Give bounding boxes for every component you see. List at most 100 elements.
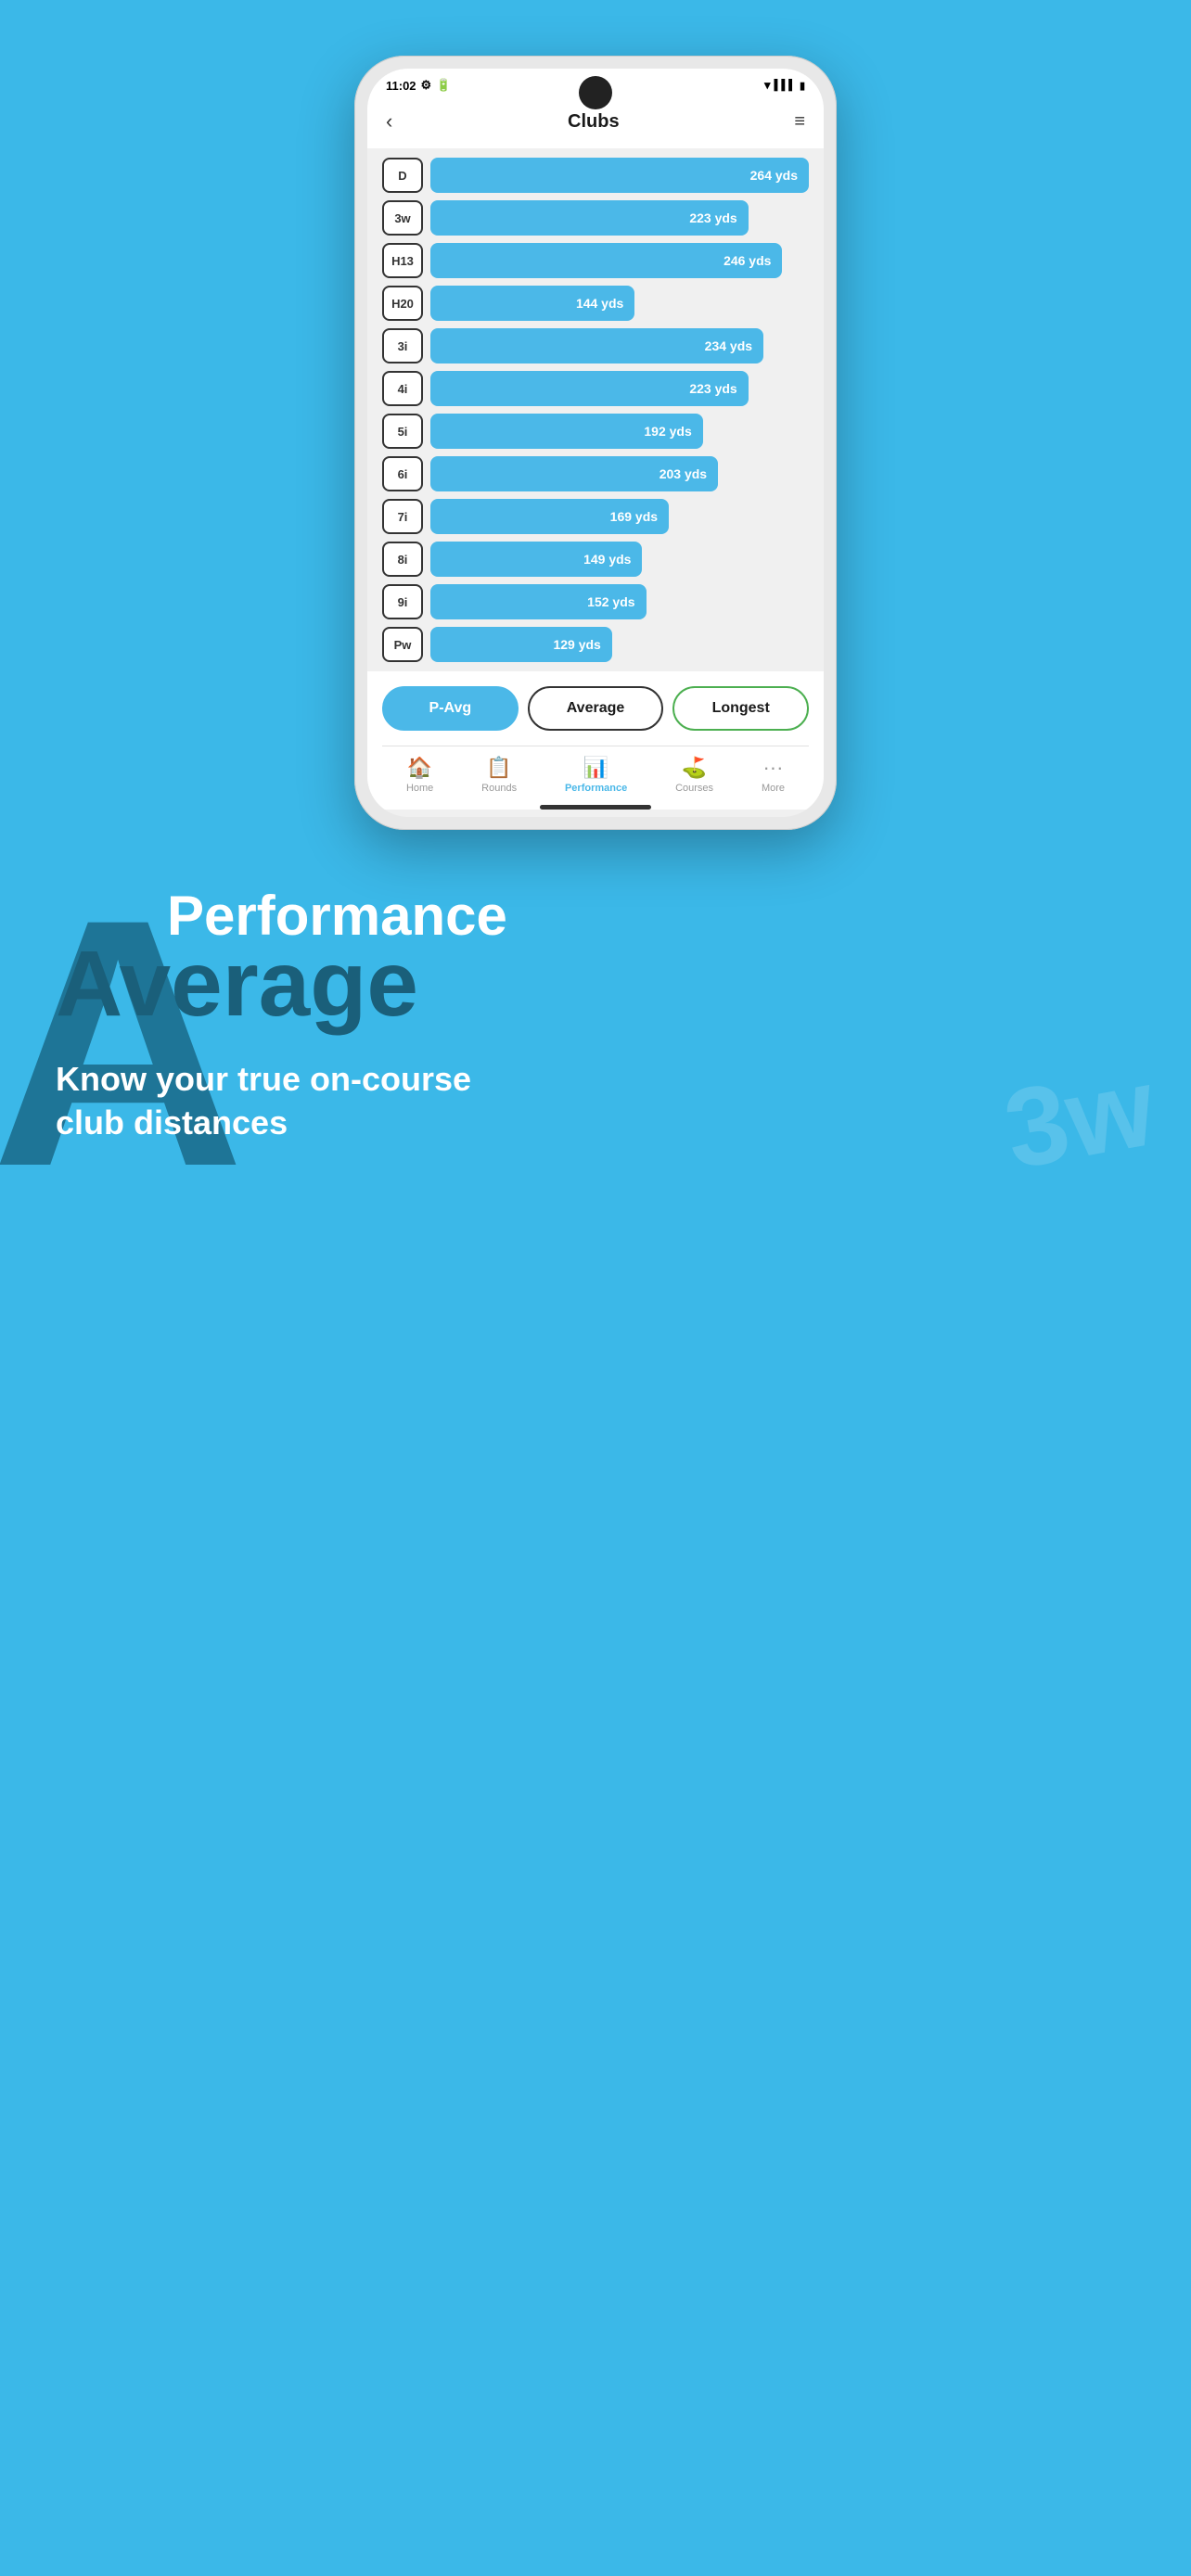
club-yards: 223 yds	[689, 381, 736, 396]
status-right: ▾ ▌▌▌ ▮	[764, 78, 805, 93]
home-icon: 🏠	[407, 756, 432, 780]
status-bar: 11:02 ⚙ 🔋 ▾ ▌▌▌ ▮	[367, 69, 824, 98]
club-yards: 234 yds	[705, 338, 752, 353]
phone-frame: 11:02 ⚙ 🔋 ▾ ▌▌▌ ▮ ‹ Clubs ≡ D 264 yds 3w 22…	[354, 56, 837, 830]
marketing-section: A 3w Performance Average Know your true …	[0, 830, 1191, 1219]
club-yards: 152 yds	[587, 594, 634, 609]
battery-saver-icon: 🔋	[436, 78, 451, 93]
rounds-icon: 📋	[486, 756, 511, 780]
club-yards: 144 yds	[576, 296, 623, 311]
club-label: 5i	[382, 414, 423, 449]
club-list: D 264 yds 3w 223 yds H13 246 yds H20 144 yds 3i 2…	[367, 148, 824, 671]
club-bar-container: 149 yds	[430, 542, 809, 577]
club-bar: 169 yds	[430, 499, 669, 534]
bottom-section: P-AvgAverageLongest 🏠 Home 📋 Rounds 📊 Perform…	[367, 671, 824, 810]
club-label: 7i	[382, 499, 423, 534]
more-icon: ···	[762, 756, 783, 780]
club-label: D	[382, 158, 423, 193]
nav-item-performance[interactable]: 📊 Performance	[565, 756, 627, 794]
home-indicator	[540, 805, 651, 810]
bottom-nav: 🏠 Home 📋 Rounds 📊 Performance ⛳ Courses ··· More	[382, 746, 809, 799]
club-bar: 144 yds	[430, 286, 634, 321]
nav-item-rounds[interactable]: 📋 Rounds	[481, 756, 517, 794]
battery-icon: ▮	[800, 80, 805, 92]
club-row[interactable]: H13 246 yds	[382, 243, 809, 278]
club-bar: 246 yds	[430, 243, 782, 278]
club-label: 3w	[382, 200, 423, 236]
club-yards: 169 yds	[610, 509, 658, 524]
signal-icon: ▌▌▌	[775, 80, 796, 91]
club-bar: 264 yds	[430, 158, 809, 193]
club-bar-container: 246 yds	[430, 243, 809, 278]
filter-buttons: P-AvgAverageLongest	[382, 686, 809, 731]
club-label: Pw	[382, 627, 423, 662]
club-bar-container: 169 yds	[430, 499, 809, 534]
club-bar-container: 223 yds	[430, 200, 809, 236]
courses-icon: ⛳	[682, 756, 707, 780]
status-left: 11:02 ⚙ 🔋	[386, 78, 451, 93]
club-bar: 234 yds	[430, 328, 763, 363]
club-row[interactable]: 6i 203 yds	[382, 456, 809, 491]
club-bar-container: 203 yds	[430, 456, 809, 491]
club-bar: 192 yds	[430, 414, 703, 449]
club-bar: 152 yds	[430, 584, 647, 619]
nav-item-more[interactable]: ··· More	[762, 756, 785, 794]
club-yards: 192 yds	[644, 424, 691, 439]
time-display: 11:02	[386, 79, 416, 93]
performance-label: Performance	[565, 783, 627, 794]
club-row[interactable]: D 264 yds	[382, 158, 809, 193]
club-bar-container: 129 yds	[430, 627, 809, 662]
club-bar-container: 223 yds	[430, 371, 809, 406]
club-yards: 149 yds	[583, 552, 631, 567]
rounds-label: Rounds	[481, 783, 517, 794]
camera-notch	[579, 76, 612, 109]
club-bar-container: 264 yds	[430, 158, 809, 193]
club-row[interactable]: 9i 152 yds	[382, 584, 809, 619]
club-bar-container: 152 yds	[430, 584, 809, 619]
performance-icon: 📊	[583, 756, 608, 780]
wifi-icon: ▾	[764, 78, 771, 93]
club-yards: 223 yds	[689, 210, 736, 225]
club-bar-container: 144 yds	[430, 286, 809, 321]
nav-item-home[interactable]: 🏠 Home	[406, 756, 433, 794]
more-label: More	[762, 783, 785, 794]
club-yards: 129 yds	[553, 637, 600, 652]
club-label: 3i	[382, 328, 423, 363]
club-label: 8i	[382, 542, 423, 577]
filter-button-longest[interactable]: Longest	[672, 686, 809, 731]
club-bar: 223 yds	[430, 371, 749, 406]
phone-screen: 11:02 ⚙ 🔋 ▾ ▌▌▌ ▮ ‹ Clubs ≡ D 264 yds 3w 22…	[367, 69, 824, 817]
filter-button-average[interactable]: Average	[528, 686, 664, 731]
filter-button-pavg[interactable]: P-Avg	[382, 686, 519, 731]
club-row[interactable]: 3w 223 yds	[382, 200, 809, 236]
club-row[interactable]: 5i 192 yds	[382, 414, 809, 449]
back-button[interactable]: ‹	[386, 109, 392, 134]
club-bar: 129 yds	[430, 627, 612, 662]
club-row[interactable]: H20 144 yds	[382, 286, 809, 321]
home-label: Home	[406, 783, 433, 794]
page-title: Clubs	[568, 111, 620, 133]
club-yards: 264 yds	[750, 168, 798, 183]
club-row[interactable]: 7i 169 yds	[382, 499, 809, 534]
club-bar: 149 yds	[430, 542, 642, 577]
club-row[interactable]: Pw 129 yds	[382, 627, 809, 662]
club-label: 6i	[382, 456, 423, 491]
club-row[interactable]: 8i 149 yds	[382, 542, 809, 577]
nav-item-courses[interactable]: ⛳ Courses	[675, 756, 713, 794]
marketing-title-line2: Average	[56, 937, 1135, 1030]
club-label: 9i	[382, 584, 423, 619]
filter-icon[interactable]: ≡	[794, 111, 805, 133]
courses-label: Courses	[675, 783, 713, 794]
club-yards: 246 yds	[724, 253, 771, 268]
gear-icon: ⚙	[421, 78, 432, 93]
club-label: 4i	[382, 371, 423, 406]
club-row[interactable]: 3i 234 yds	[382, 328, 809, 363]
club-bar-container: 192 yds	[430, 414, 809, 449]
club-bar: 223 yds	[430, 200, 749, 236]
marketing-subtitle: Know your true on-course club distances	[56, 1058, 519, 1145]
club-label: H13	[382, 243, 423, 278]
club-yards: 203 yds	[660, 466, 707, 481]
marketing-content: Performance Average Know your true on-co…	[56, 886, 1135, 1145]
club-row[interactable]: 4i 223 yds	[382, 371, 809, 406]
club-label: H20	[382, 286, 423, 321]
